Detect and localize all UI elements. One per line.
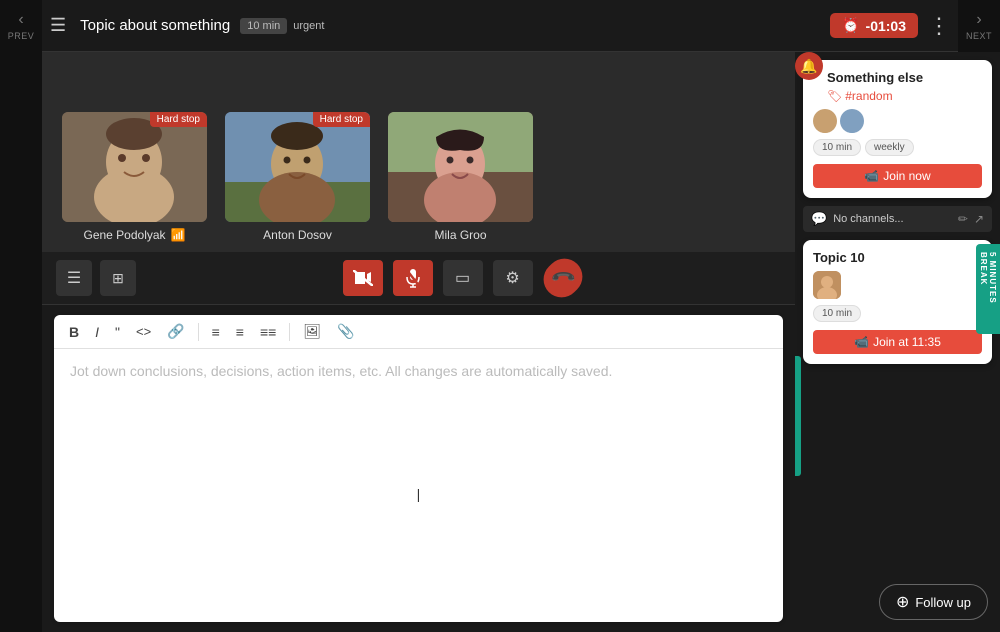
badge-minutes: 10 min — [240, 18, 287, 34]
card2-title: Topic 10 — [813, 250, 982, 265]
image-button[interactable]: 🖼 — [298, 321, 326, 342]
chat-icon: 💬 — [811, 211, 827, 227]
more-button[interactable]: ⋮ — [928, 13, 950, 39]
controls-bar: ☰ ⊞ — [42, 252, 795, 305]
code-button[interactable]: <> — [131, 322, 156, 341]
end-call-button[interactable]: 📞 — [536, 251, 590, 305]
join-now-button[interactable]: 📹 Join now — [813, 164, 982, 188]
settings-button[interactable]: ⚙ — [493, 260, 533, 296]
gene-name: Gene Podolyak 📶 — [83, 228, 185, 242]
clock-icon: ⏰ — [842, 17, 859, 34]
badge-urgent: urgent — [293, 20, 324, 32]
right-panel: 🔔 Something else 🏷 #random 10 min weekly… — [795, 52, 1000, 632]
card1-channel: 🏷 #random — [827, 89, 982, 103]
bullet-list-button[interactable]: ≡ — [207, 322, 225, 342]
next-nav[interactable]: › NEXT — [958, 0, 1000, 52]
edit-icon[interactable]: ✏ — [958, 212, 968, 226]
notes-content[interactable]: Jot down conclusions, decisions, action … — [54, 349, 783, 622]
list-view-button[interactable]: ☰ — [56, 260, 92, 296]
no-channels-row: 💬 No channels... ✏ ↗ — [803, 206, 992, 232]
card1-title: Something else — [827, 70, 982, 85]
card-something-else: 🔔 Something else 🏷 #random 10 min weekly… — [803, 60, 992, 198]
signal-icon: 📶 — [171, 228, 186, 242]
participant-gene: Hard stop Gene Podolyak � — [62, 112, 207, 242]
card2-badges: 10 min — [813, 305, 982, 322]
bold-button[interactable]: B — [64, 322, 84, 342]
mila-name: Mila Groo — [434, 228, 486, 242]
menu-icon[interactable]: ☰ — [50, 15, 66, 36]
screen-share-button[interactable]: ▭ — [443, 260, 483, 296]
video-area: Hard stop Gene Podolyak � — [42, 52, 795, 252]
participant-mila: Mila Groo — [388, 112, 533, 242]
notes-placeholder: Jot down conclusions, decisions, action … — [70, 363, 612, 379]
link-button[interactable]: 🔗 — [162, 321, 189, 342]
hard-stop-badge-anton: Hard stop — [313, 112, 370, 127]
notes-toolbar: B I " <> 🔗 ≡ ≡ ≡≡ 🖼 📎 — [54, 315, 783, 349]
notes-container: B I " <> 🔗 ≡ ≡ ≡≡ 🖼 📎 Jot down conclusio… — [54, 315, 783, 622]
left-sidebar — [0, 52, 42, 632]
card2-avatar — [813, 271, 982, 299]
mic-toggle[interactable] — [393, 260, 433, 296]
card1-badges: 10 min weekly — [813, 139, 982, 156]
grid-view-button[interactable]: ⊞ — [100, 260, 136, 296]
follow-up-plus-icon: ⊕ — [896, 592, 909, 612]
join-at-button[interactable]: 📹 Join at 11:35 — [813, 330, 982, 354]
timer-badge: ⏰ -01:03 — [830, 13, 918, 38]
card-topic10: Topic 10 10 min 📹 Join at 11:35 — [803, 240, 992, 364]
anton-name: Anton Dosov — [263, 228, 332, 242]
attachment-button[interactable]: 📎 — [332, 321, 359, 342]
prev-nav[interactable]: ‹ PREV — [0, 0, 42, 52]
external-icon[interactable]: ↗ — [974, 212, 984, 226]
italic-button[interactable]: I — [90, 322, 104, 342]
topic-title: Topic about something — [80, 17, 230, 34]
indent-button[interactable]: ≡≡ — [255, 322, 281, 342]
camera-toggle[interactable] — [343, 260, 383, 296]
numbered-list-button[interactable]: ≡ — [231, 322, 249, 342]
hard-stop-badge-gene: Hard stop — [150, 112, 207, 127]
quote-button[interactable]: " — [110, 322, 125, 342]
participant-anton: Hard stop Anton Doso — [225, 112, 370, 242]
follow-up-button[interactable]: ⊕ Follow up — [879, 584, 988, 620]
text-cursor: | — [417, 486, 421, 502]
break-strip: 5 MINUTES BREAK — [976, 244, 1000, 334]
card1-avatars — [813, 109, 982, 133]
